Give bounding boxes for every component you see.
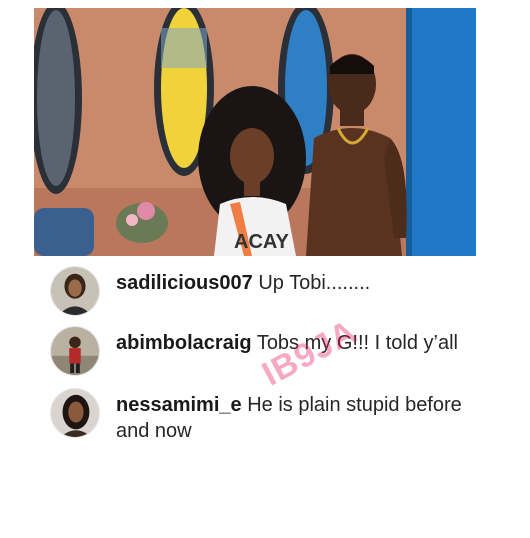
- comment-body: Tobs my G!!! I told y’all: [256, 332, 458, 354]
- avatar-image: [51, 389, 99, 437]
- comment-username[interactable]: sadilicious007: [116, 272, 253, 294]
- avatar-image: [51, 267, 99, 315]
- comment-text: sadilicious007 Up Tobi........: [116, 270, 496, 296]
- avatar[interactable]: [50, 326, 100, 376]
- post-photo: ACAY: [34, 8, 476, 256]
- avatar-image: [51, 327, 99, 375]
- comment-text: abimbolacraig Tobs my G!!! I told y’all: [116, 330, 496, 356]
- photo-scene-illustration: ACAY: [34, 8, 476, 256]
- avatar[interactable]: [50, 388, 100, 438]
- comment-text: nessamimi_e He is plain stupid before an…: [116, 392, 496, 444]
- comment-username[interactable]: nessamimi_e: [116, 394, 242, 416]
- comment-item: sadilicious007 Up Tobi........: [50, 266, 490, 326]
- comment-username[interactable]: abimbolacraig: [116, 332, 252, 354]
- svg-text:ACAY: ACAY: [234, 231, 289, 253]
- avatar[interactable]: [50, 266, 100, 316]
- comment-body: Up Tobi........: [258, 272, 371, 294]
- comment-item: abimbolacraig Tobs my G!!! I told y’all: [50, 326, 490, 386]
- comment-item: nessamimi_e He is plain stupid before an…: [50, 388, 490, 448]
